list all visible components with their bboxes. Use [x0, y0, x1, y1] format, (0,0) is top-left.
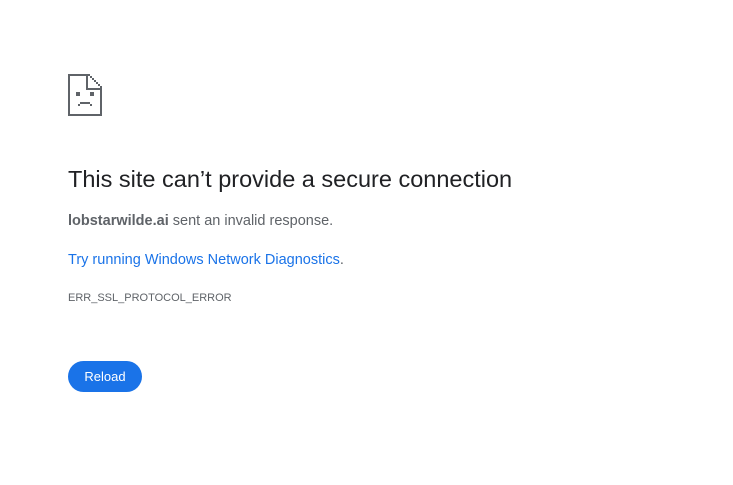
page-title: This site can’t provide a secure connect…	[68, 166, 513, 192]
network-diagnostics-link[interactable]: Try running Windows Network Diagnostics	[68, 252, 340, 268]
suggestion: Try running Windows Network Diagnostics.	[68, 250, 344, 270]
reload-button[interactable]: Reload	[68, 361, 142, 392]
host-name: lobstarwilde.ai	[68, 213, 169, 229]
error-message: lobstarwilde.ai sent an invalid response…	[68, 211, 333, 231]
error-code: ERR_SSL_PROTOCOL_ERROR	[68, 292, 232, 304]
suggestion-period: .	[339, 252, 344, 268]
error-message-text: sent an invalid response.	[168, 213, 334, 229]
sad-document-icon	[68, 74, 102, 116]
